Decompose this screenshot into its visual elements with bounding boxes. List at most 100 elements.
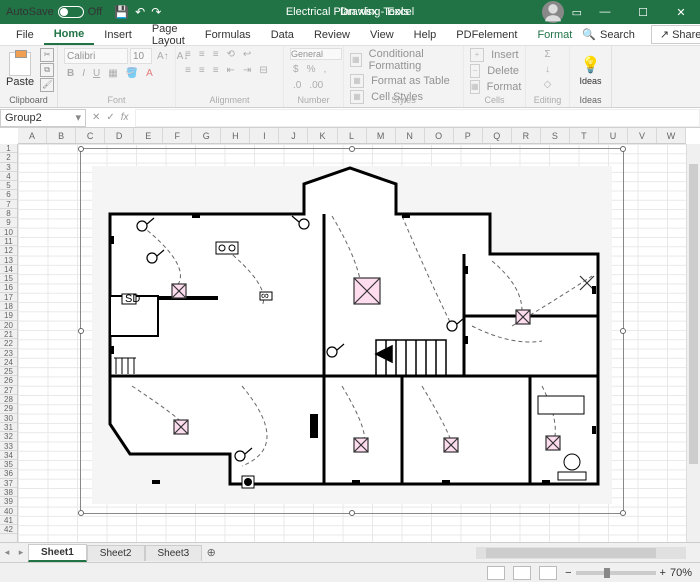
increase-indent-icon[interactable]: ⇥ — [240, 64, 254, 77]
merge-icon[interactable]: ⊟ — [256, 64, 270, 77]
resize-handle[interactable] — [620, 146, 626, 152]
enter-icon[interactable]: ✓ — [106, 112, 114, 123]
row-header[interactable]: 27 — [0, 386, 17, 395]
row-header[interactable]: 2 — [0, 153, 17, 162]
tab-help[interactable]: Help — [404, 26, 447, 44]
row-header[interactable]: 5 — [0, 181, 17, 190]
row-header[interactable]: 37 — [0, 479, 17, 488]
row-header[interactable]: 33 — [0, 442, 17, 451]
maximize-button[interactable]: ☐ — [628, 0, 658, 24]
row-header[interactable]: 9 — [0, 218, 17, 227]
tab-home[interactable]: Home — [44, 25, 95, 45]
resize-handle[interactable] — [349, 146, 355, 152]
row-header[interactable]: 35 — [0, 460, 17, 469]
sheet-tab-1[interactable]: Sheet1 — [28, 544, 87, 562]
row-header[interactable]: 7 — [0, 200, 17, 209]
comma-icon[interactable]: , — [320, 63, 329, 76]
row-header[interactable]: 14 — [0, 265, 17, 274]
worksheet-grid[interactable]: ABCDEFGHIJKLMNOPQRSTUVW 1234567891011121… — [0, 128, 700, 542]
row-header[interactable]: 31 — [0, 423, 17, 432]
row-header[interactable]: 3 — [0, 163, 17, 172]
autosave-toggle[interactable]: AutoSave Off — [6, 6, 102, 18]
column-header[interactable]: P — [454, 128, 483, 143]
search-box[interactable]: 🔍 Search — [582, 28, 643, 41]
close-button[interactable]: ✕ — [666, 0, 696, 24]
minimize-button[interactable]: — — [590, 0, 620, 24]
column-header[interactable]: L — [338, 128, 367, 143]
font-name-input[interactable] — [64, 48, 128, 64]
row-header[interactable]: 29 — [0, 404, 17, 413]
autosum-icon[interactable]: Σ — [532, 48, 563, 61]
ideas-button[interactable]: Ideas — [579, 76, 601, 86]
column-header[interactable]: F — [163, 128, 192, 143]
resize-handle[interactable] — [620, 510, 626, 516]
resize-handle[interactable] — [620, 328, 626, 334]
row-header[interactable]: 20 — [0, 321, 17, 330]
format-as-table-button[interactable]: ▦ Format as Table — [350, 74, 457, 88]
percent-icon[interactable]: % — [304, 63, 319, 76]
row-header[interactable]: 32 — [0, 432, 17, 441]
row-header[interactable]: 38 — [0, 488, 17, 497]
row-header[interactable]: 22 — [0, 339, 17, 348]
increase-font-icon[interactable]: A↑ — [154, 50, 172, 63]
row-header[interactable]: 34 — [0, 451, 17, 460]
column-header[interactable]: S — [541, 128, 570, 143]
row-header[interactable]: 6 — [0, 190, 17, 199]
column-header[interactable]: G — [192, 128, 221, 143]
tab-formulas[interactable]: Formulas — [195, 26, 261, 44]
align-middle-icon[interactable]: ≡ — [196, 48, 208, 61]
wrap-text-icon[interactable]: ↩ — [240, 48, 254, 61]
row-header[interactable]: 41 — [0, 516, 17, 525]
column-header[interactable]: A — [18, 128, 47, 143]
row-header[interactable]: 13 — [0, 256, 17, 265]
row-header[interactable]: 24 — [0, 358, 17, 367]
row-header[interactable]: 12 — [0, 246, 17, 255]
horizontal-scrollbar[interactable] — [476, 547, 686, 559]
row-header[interactable]: 23 — [0, 349, 17, 358]
bold-button[interactable]: B — [64, 67, 77, 80]
tab-page-layout[interactable]: Page Layout — [142, 20, 195, 50]
row-header[interactable]: 1 — [0, 144, 17, 153]
column-header[interactable]: M — [367, 128, 396, 143]
zoom-slider[interactable] — [576, 571, 656, 575]
conditional-formatting-button[interactable]: ▦ Conditional Formatting — [350, 48, 457, 72]
sheet-tab-3[interactable]: Sheet3 — [145, 545, 203, 561]
column-header[interactable]: R — [512, 128, 541, 143]
tab-insert[interactable]: Insert — [94, 26, 142, 44]
fill-icon[interactable]: ↓ — [532, 63, 563, 76]
row-header[interactable]: 19 — [0, 311, 17, 320]
row-header[interactable]: 21 — [0, 330, 17, 339]
electrical-floorplan-drawing[interactable]: SD ∞ — [92, 166, 612, 504]
column-header[interactable]: N — [396, 128, 425, 143]
column-header[interactable]: H — [221, 128, 250, 143]
format-painter-icon[interactable]: 🖌 — [40, 78, 54, 92]
row-header[interactable]: 8 — [0, 209, 17, 218]
column-header[interactable]: V — [628, 128, 657, 143]
share-button[interactable]: ↗ Share — [651, 25, 700, 44]
column-header[interactable]: J — [279, 128, 308, 143]
row-header[interactable]: 15 — [0, 274, 17, 283]
undo-icon[interactable]: ↶ — [135, 5, 145, 19]
row-header[interactable]: 4 — [0, 172, 17, 181]
number-format-select[interactable] — [290, 48, 342, 60]
vertical-scrollbar[interactable] — [686, 144, 700, 542]
column-header[interactable]: W — [657, 128, 686, 143]
ribbon-options-icon[interactable]: ▭ — [572, 6, 582, 19]
tab-view[interactable]: View — [360, 26, 404, 44]
save-icon[interactable]: 💾 — [114, 5, 129, 19]
user-avatar[interactable] — [542, 1, 564, 23]
column-header[interactable]: B — [47, 128, 76, 143]
tab-pdfelement[interactable]: PDFelement — [446, 26, 527, 44]
row-headers[interactable]: 1234567891011121314151617181920212223242… — [0, 144, 18, 542]
row-header[interactable]: 36 — [0, 469, 17, 478]
fx-icon[interactable]: fx — [121, 112, 129, 123]
row-header[interactable]: 42 — [0, 525, 17, 534]
orientation-icon[interactable]: ⟲ — [224, 48, 238, 61]
decrease-decimal-icon[interactable]: .00 — [306, 79, 326, 92]
column-header[interactable]: C — [76, 128, 105, 143]
row-header[interactable]: 26 — [0, 376, 17, 385]
fill-color-icon[interactable]: 🪣 — [123, 67, 141, 80]
sheet-tab-2[interactable]: Sheet2 — [87, 545, 145, 561]
cancel-icon[interactable]: ✕ — [92, 112, 100, 123]
column-header[interactable]: I — [250, 128, 279, 143]
